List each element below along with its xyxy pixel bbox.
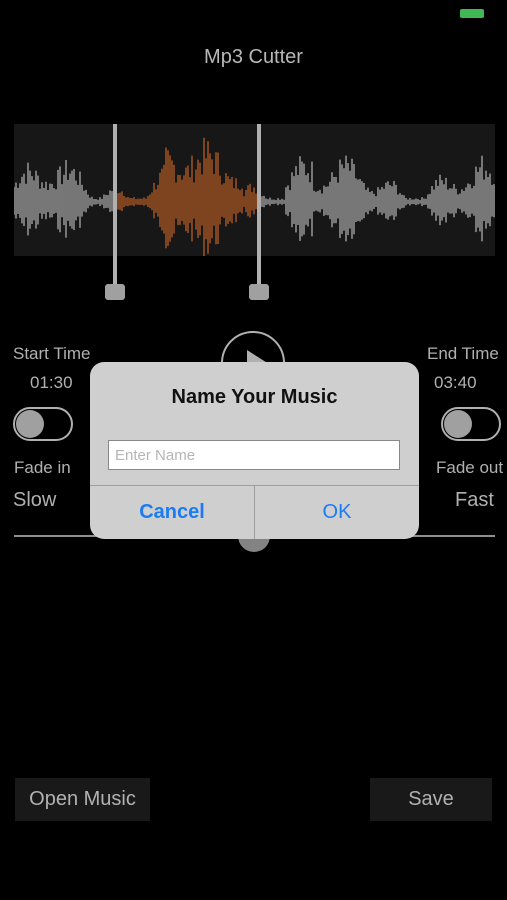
ok-button[interactable]: OK: [255, 486, 419, 539]
cancel-button[interactable]: Cancel: [90, 486, 254, 539]
name-music-dialog: Name Your Music Cancel OK: [90, 362, 419, 539]
name-input[interactable]: [108, 440, 400, 470]
dialog-title: Name Your Music: [171, 386, 338, 408]
